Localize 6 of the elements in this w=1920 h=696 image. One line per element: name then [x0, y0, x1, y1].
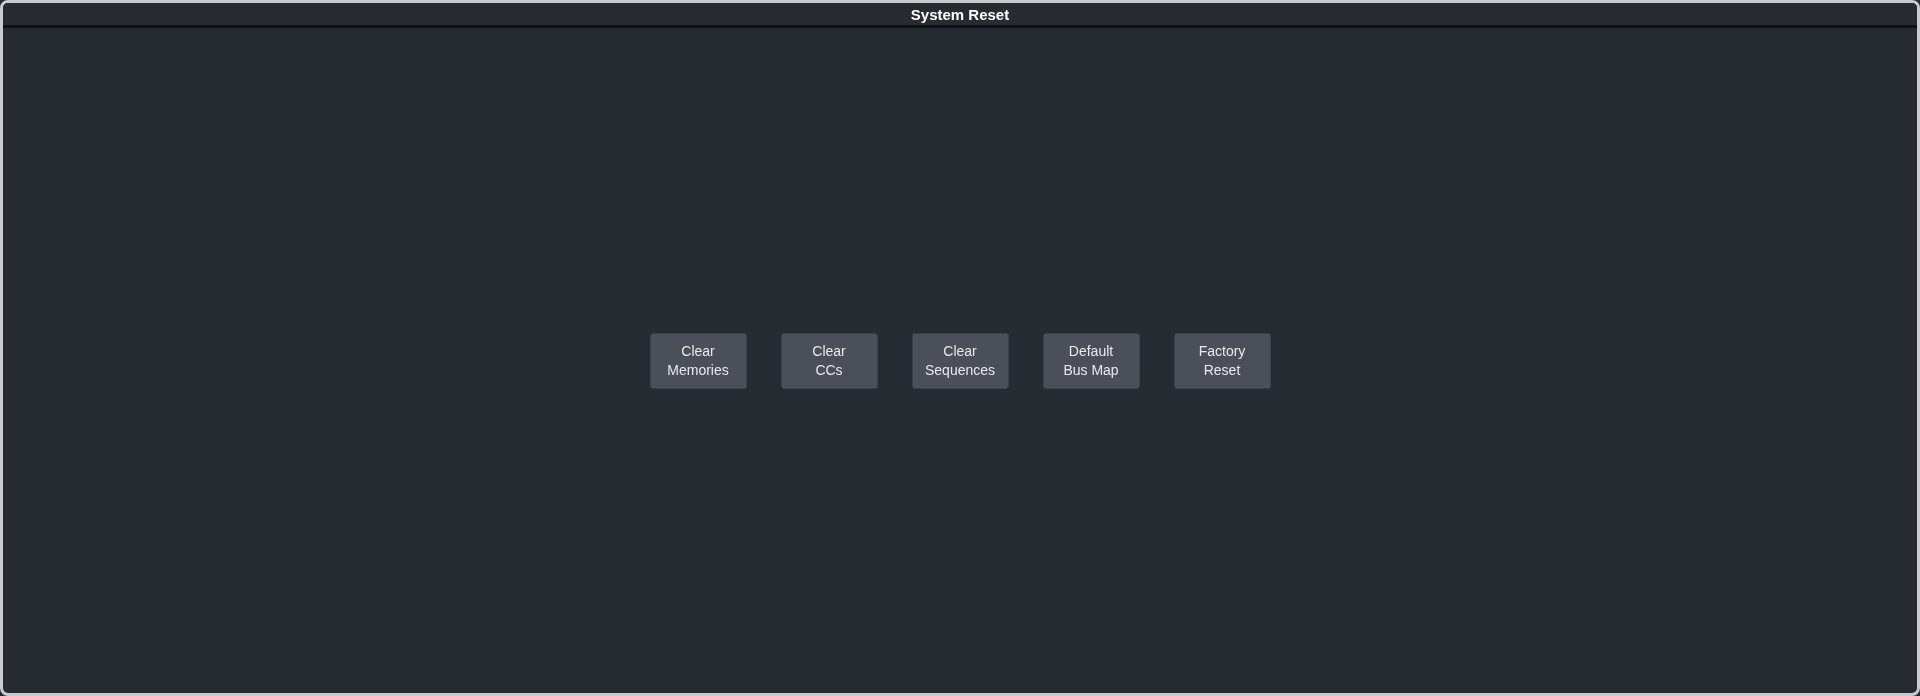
reset-button[interactable]: Clear Memories — [649, 332, 747, 389]
reset-button[interactable]: Default Bus Map — [1042, 332, 1140, 389]
reset-button[interactable]: Clear Sequences — [911, 332, 1009, 389]
reset-button[interactable]: Factory Reset — [1173, 332, 1271, 389]
window-title: System Reset — [910, 5, 1010, 23]
reset-button[interactable]: Clear CCs — [780, 332, 878, 389]
